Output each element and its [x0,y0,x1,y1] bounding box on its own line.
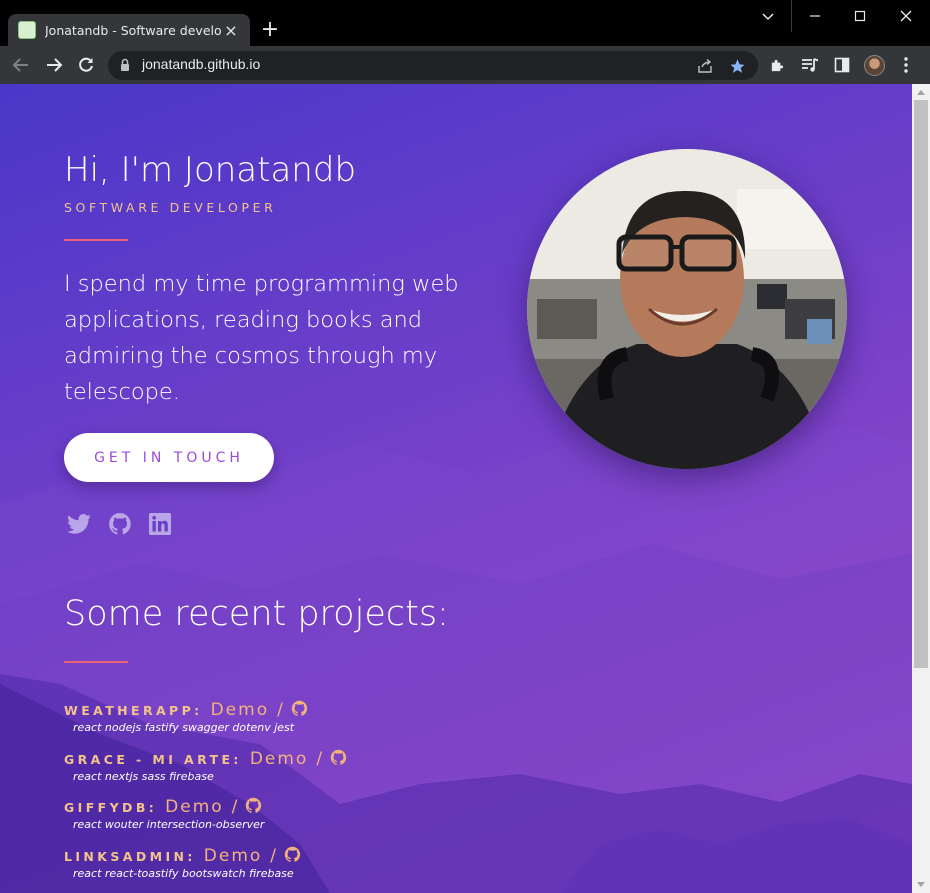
project-item-giffydb: GiffyDB: Demo / react wouter intersectio… [64,795,264,831]
bookmark-star-icon[interactable] [728,57,746,75]
hero-title: Hi, I'm Jonatandb [64,150,357,190]
arrow-left-icon [12,58,28,72]
project-name: WeatherApp: [64,703,203,718]
profile-avatar[interactable] [864,55,885,76]
back-button[interactable] [9,53,33,77]
reload-button[interactable] [74,53,98,77]
project-tags: react nodejs fastify swagger dotenv jest [73,721,295,734]
github-icon[interactable] [291,700,308,717]
maximize-button[interactable] [837,0,883,32]
close-window-button[interactable] [883,0,929,32]
share-icon[interactable] [696,57,714,75]
tab-strip: Jonatandb - Software developer × + [0,0,930,46]
forward-button[interactable] [42,53,66,77]
site-favicon-icon [18,21,36,39]
browser-toolbar: jonatandb.github.io [0,46,930,84]
github-icon[interactable] [245,797,262,814]
link-separator: / [270,846,277,866]
github-icon[interactable] [107,511,133,537]
address-bar[interactable]: jonatandb.github.io [108,51,758,80]
extensions-puzzle-icon[interactable] [767,55,787,75]
github-icon[interactable] [330,749,347,766]
project-name: GiffyDB: [64,800,158,815]
project-tags: react react-toastify bootswatch firebase [73,867,294,880]
side-panel-icon[interactable] [832,55,852,75]
github-icon[interactable] [284,846,301,863]
project-tags: react wouter intersection-observer [73,818,265,831]
projects-divider [64,661,128,663]
tab-close-icon[interactable]: × [222,21,240,40]
linkedin-icon[interactable] [147,511,173,537]
hero-subtitle: Software developer [64,200,277,215]
project-name: LinksAdmin: [64,849,196,864]
project-item-grace: Grace - Mi Arte: Demo / react nextjs sas… [64,747,347,783]
scroll-up-arrow-icon[interactable] [917,90,925,95]
reload-icon [79,57,93,72]
menu-kebab-icon[interactable] [896,55,916,75]
hero-divider [64,239,128,241]
demo-link[interactable]: Demo [211,700,270,720]
link-separator: / [316,749,323,769]
minimize-button[interactable] [791,0,837,32]
vertical-scrollbar[interactable] [912,84,930,893]
page-viewport: Hi, I'm Jonatandb Software developer I s… [0,84,912,893]
lock-icon [121,58,129,71]
get-in-touch-button[interactable]: Get in touch [64,433,274,482]
link-separator: / [277,700,283,720]
profile-photo [527,149,847,469]
minimize-icon [809,15,820,17]
url-text[interactable]: jonatandb.github.io [142,56,260,72]
chevron-down-icon [762,13,774,21]
tab-search-button[interactable] [745,0,791,32]
link-separator: / [231,797,238,817]
new-tab-button[interactable]: + [256,17,284,45]
browser-tab[interactable]: Jonatandb - Software developer × [8,14,250,46]
projects-title: Some recent projects: [64,594,449,634]
maximize-icon [854,10,866,22]
demo-link[interactable]: Demo [165,797,224,817]
project-name: Grace - Mi Arte: [64,752,242,767]
media-queue-icon[interactable] [800,55,820,75]
twitter-icon[interactable] [66,511,92,537]
close-icon [900,10,912,22]
hero-description: I spend my time programming web applicat… [64,271,459,405]
project-tags: react nextjs sass firebase [73,770,214,783]
demo-link[interactable]: Demo [250,749,309,769]
project-item-linksadmin: LinksAdmin: Demo / react react-toastify … [64,844,301,880]
tab-title: Jonatandb - Software developer [45,22,222,38]
project-item-weatherapp: WeatherApp: Demo / react nodejs fastify … [64,698,308,734]
demo-link[interactable]: Demo [204,846,263,866]
arrow-right-icon [47,58,63,72]
scrollbar-thumb[interactable] [914,100,928,668]
scroll-down-arrow-icon[interactable] [917,882,925,887]
